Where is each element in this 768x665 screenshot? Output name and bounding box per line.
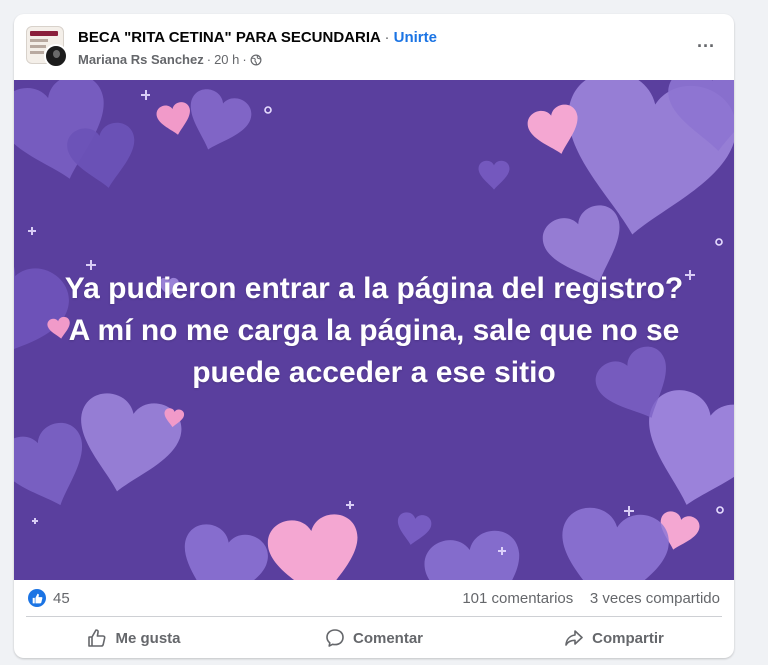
thumbs-up-icon [88, 629, 106, 647]
join-group-link[interactable]: Unirte [394, 29, 437, 46]
avatar-group[interactable] [26, 26, 68, 68]
post-background-image[interactable]: Ya pudieron entrar a la página del regis… [14, 80, 734, 580]
comment-bubble-icon [326, 629, 344, 647]
group-name-link[interactable]: BECA "RITA CETINA" PARA SECUNDARIA [78, 29, 380, 46]
separator-dot: · [206, 52, 212, 67]
more-options-icon: ··· [697, 35, 715, 56]
thumbs-up-icon [32, 593, 42, 603]
comment-button-label: Comentar [352, 629, 423, 647]
comment-button[interactable]: Comentar [254, 618, 494, 658]
action-bar: Me gusta Comentar Compartir [14, 618, 734, 658]
share-button-label: Compartir [592, 629, 664, 647]
more-options-button[interactable]: ··· [688, 32, 724, 60]
separator-dot: · [384, 29, 390, 46]
like-reaction-icon[interactable] [28, 589, 46, 607]
post-card: BECA "RITA CETINA" PARA SECUNDARIA · Uni… [14, 14, 734, 658]
reaction-count[interactable]: 45 [53, 590, 70, 607]
globe-icon[interactable] [250, 54, 262, 66]
share-button[interactable]: Compartir [494, 618, 734, 658]
post-header: BECA "RITA CETINA" PARA SECUNDARIA · Uni… [14, 14, 734, 80]
group-name-line: BECA "RITA CETINA" PARA SECUNDARIA · Uni… [78, 29, 437, 46]
comment-count[interactable]: 101 comentarios [462, 590, 573, 607]
post-text-line: A mí no me carga la página, sale que no … [68, 314, 680, 347]
separator-dot: · [242, 52, 247, 67]
author-name[interactable]: Mariana Rs Sanchez [78, 52, 204, 67]
like-button[interactable]: Me gusta [14, 618, 254, 658]
divider [26, 616, 722, 617]
share-count[interactable]: 3 veces compartido [590, 590, 720, 607]
post-text-line: puede acceder a ese sitio [192, 356, 556, 389]
share-arrow-icon [565, 630, 583, 646]
post-text: Ya pudieron entrar a la página del regis… [34, 268, 714, 394]
user-avatar[interactable] [44, 44, 68, 68]
like-button-label: Me gusta [115, 629, 181, 647]
post-meta: Mariana Rs Sanchez · 20 h · [78, 52, 262, 67]
post-text-line: Ya pudieron entrar a la página del regis… [64, 272, 684, 305]
engagement-counts: 101 comentarios 3 veces compartido [462, 590, 720, 607]
post-timestamp[interactable]: 20 h [214, 52, 239, 67]
post-stats: 45 101 comentarios 3 veces compartido [14, 580, 734, 616]
